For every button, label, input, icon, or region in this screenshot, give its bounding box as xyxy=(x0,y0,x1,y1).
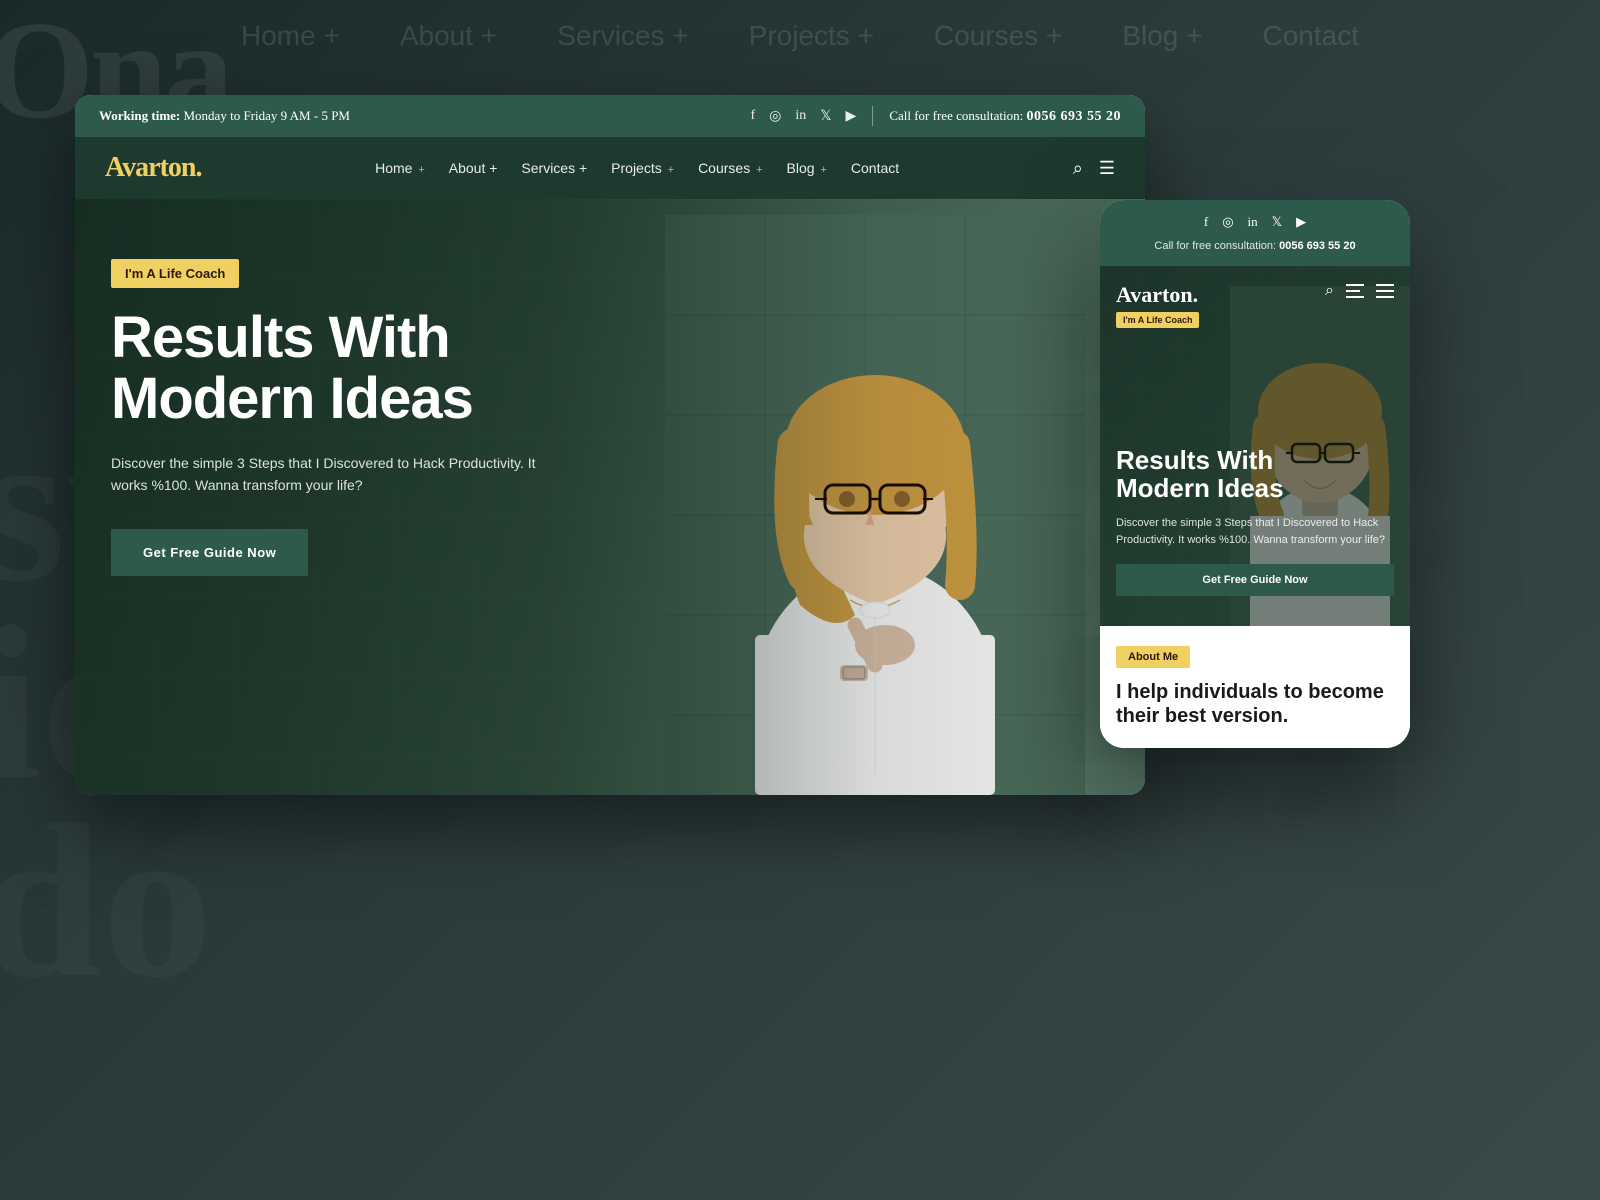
mobile-cta-button[interactable]: Get Free Guide Now xyxy=(1116,564,1394,596)
hero-title: Results With Modern Ideas xyxy=(111,308,571,430)
desktop-nav-links: Home + About + Services + Projects + Cou… xyxy=(375,160,899,176)
phone-number: 0056 693 55 20 xyxy=(1027,109,1122,124)
logo-text: Avarton. xyxy=(105,152,201,183)
bg-nav-blur: Home + About + Services + Projects + Cou… xyxy=(241,20,1359,52)
hero-title-line1: Results With xyxy=(111,305,450,370)
nav-contact[interactable]: Contact xyxy=(851,160,899,176)
nav-about[interactable]: About + xyxy=(449,160,498,176)
desktop-hero: I'm A Life Coach Results With Modern Ide… xyxy=(75,199,1145,795)
desktop-logo: Avarton. xyxy=(105,152,201,184)
mobile-about-title: I help individuals to become their best … xyxy=(1116,680,1394,728)
nav-services[interactable]: Services + xyxy=(521,160,587,176)
desktop-topbar: Working time: Monday to Friday 9 AM - 5 … xyxy=(75,95,1145,137)
nav-projects[interactable]: Projects + xyxy=(611,160,674,176)
desktop-mockup: Working time: Monday to Friday 9 AM - 5 … xyxy=(75,95,1145,795)
mobile-logo-badge: I'm A Life Coach xyxy=(1116,312,1199,328)
hero-cta-button[interactable]: Get Free Guide Now xyxy=(111,529,308,576)
mobile-hero-content: Results With Modern Ideas Discover the s… xyxy=(1116,446,1394,596)
nav-courses[interactable]: Courses + xyxy=(698,160,762,176)
mobile-mockup: f ◎ in 𝕏 ▶ Call for free consultation: 0… xyxy=(1100,200,1410,748)
mobile-hero-subtitle: Discover the simple 3 Steps that I Disco… xyxy=(1116,515,1394,548)
mobile-phone: 0056 693 55 20 xyxy=(1279,240,1355,252)
social-icons-desktop: f ◎ in 𝕏 ▶ xyxy=(750,108,856,125)
working-time: Working time: Monday to Friday 9 AM - 5 … xyxy=(99,108,350,124)
mobile-hamburger-icon[interactable] xyxy=(1376,284,1394,298)
mobile-linkedin-icon[interactable]: in xyxy=(1248,214,1258,230)
bg-nav-blog: Blog + xyxy=(1122,20,1202,52)
nav-blog[interactable]: Blog + xyxy=(787,160,827,176)
mobile-title-line1: Results With xyxy=(1116,445,1273,475)
twitter-icon[interactable]: 𝕏 xyxy=(820,108,831,125)
hamburger-icon[interactable]: ☰ xyxy=(1099,158,1115,179)
working-time-label: Working time: xyxy=(99,108,180,123)
mobile-logo: Avarton. xyxy=(1116,282,1199,308)
consultation-text: Call for free consultation: 0056 693 55 … xyxy=(889,108,1121,125)
mobile-youtube-icon[interactable]: ▶ xyxy=(1296,214,1306,230)
working-time-value: Monday to Friday 9 AM - 5 PM xyxy=(184,108,350,123)
bg-nav-home: Home + xyxy=(241,20,340,52)
facebook-icon[interactable]: f xyxy=(750,108,755,124)
bg-nav-about: About + xyxy=(400,20,497,52)
hero-badge: I'm A Life Coach xyxy=(111,259,239,288)
mobile-logo-area: Avarton. I'm A Life Coach ⌕ xyxy=(1100,282,1410,328)
search-icon[interactable]: ⌕ xyxy=(1073,158,1083,179)
mobile-title-line2: Modern Ideas xyxy=(1116,473,1284,503)
bg-nav-contact: Contact xyxy=(1263,20,1360,52)
bg-nav-projects: Projects + xyxy=(749,20,874,52)
hero-title-line2: Modern Ideas xyxy=(111,366,473,431)
bg-nav-courses: Courses + xyxy=(934,20,1062,52)
mobile-hero: Avarton. I'm A Life Coach ⌕ Results xyxy=(1100,266,1410,626)
mobile-search-icon[interactable]: ⌕ xyxy=(1325,282,1334,300)
bg-nav-services: Services + xyxy=(557,20,689,52)
mobile-social-icons: f ◎ in 𝕏 ▶ xyxy=(1116,210,1394,234)
mobile-hamburger-area: ⌕ xyxy=(1325,282,1394,300)
hero-content: I'm A Life Coach Results With Modern Ide… xyxy=(111,259,571,576)
mobile-twitter-icon[interactable]: 𝕏 xyxy=(1272,214,1282,230)
divider xyxy=(872,106,873,126)
mobile-nav-left-icon[interactable] xyxy=(1346,284,1364,298)
mobile-hero-title: Results With Modern Ideas xyxy=(1116,446,1394,503)
nav-home[interactable]: Home + xyxy=(375,160,425,176)
mobile-facebook-icon[interactable]: f xyxy=(1204,214,1208,230)
youtube-icon[interactable]: ▶ xyxy=(846,108,857,125)
instagram-icon[interactable]: ◎ xyxy=(769,108,781,125)
linkedin-icon[interactable]: in xyxy=(795,108,806,124)
mobile-topbar: f ◎ in 𝕏 ▶ Call for free consultation: 0… xyxy=(1100,200,1410,266)
mobile-about-section: About Me I help individuals to become th… xyxy=(1100,626,1410,748)
hero-subtitle: Discover the simple 3 Steps that I Disco… xyxy=(111,452,571,497)
desktop-navbar: Avarton. Home + About + Services + Proje… xyxy=(75,137,1145,199)
consultation-label: Call for free consultation: xyxy=(889,108,1023,123)
mobile-consultation-label: Call for free consultation: xyxy=(1154,240,1276,252)
mobile-about-badge: About Me xyxy=(1116,646,1190,668)
desktop-nav-icons: ⌕ ☰ xyxy=(1073,158,1115,179)
mobile-instagram-icon[interactable]: ◎ xyxy=(1222,214,1233,230)
mobile-consultation: Call for free consultation: 0056 693 55 … xyxy=(1116,240,1394,256)
mobile-logo-container: Avarton. I'm A Life Coach xyxy=(1116,282,1199,328)
